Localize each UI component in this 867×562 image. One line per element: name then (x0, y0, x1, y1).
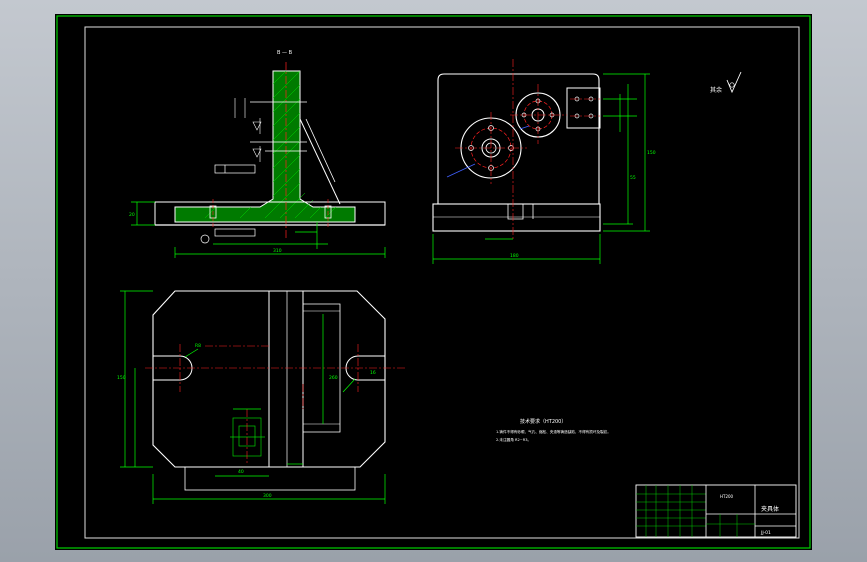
title-material: HT200 (720, 494, 734, 499)
dim-plan-depth: 150 (117, 375, 126, 381)
dim-side-step: 55 (630, 175, 636, 181)
plan-view: 300 150 260 16 R8 40 (117, 290, 405, 504)
outer-border (56, 15, 811, 549)
dim-plan-small: 40 (238, 469, 244, 475)
tech-req-line1: 1.铸件不得有砂眼、气孔、缩松、夹渣等铸造缺陷，不得有损坏及裂纹。 (496, 429, 611, 434)
title-part-name: 夹具体 (761, 505, 779, 513)
title-drawing-no: JJ-01 (760, 530, 771, 536)
slot-left (153, 355, 193, 381)
tech-req-line2: 2.未注圆角 R2~R3。 (496, 437, 531, 442)
upright-plate (268, 290, 304, 468)
dim-front-width: 310 (273, 248, 282, 254)
drawing-sheet: B — B 310 20 180 150 55 其余 300 150 260 1… (55, 14, 812, 550)
hatch-lines (204, 70, 337, 219)
viewport-frame: B — B 310 20 180 150 55 其余 300 150 260 1… (0, 0, 867, 562)
dim-side-height: 150 (647, 150, 656, 156)
dim-plan-slot: 16 (370, 370, 376, 376)
inner-border (84, 26, 800, 539)
roughness-symbol-icon (726, 71, 742, 94)
dim-plan-r: R8 (195, 343, 201, 349)
roughness-label: 其余 (710, 86, 722, 94)
cad-drawing: B — B 310 20 180 150 55 其余 300 150 260 1… (56, 15, 811, 549)
side-view: 180 150 55 其余 (432, 59, 742, 264)
tech-req-title: 技术要求（HT200） (520, 418, 566, 425)
dim-plan-inner: 260 (329, 375, 338, 381)
side-base (432, 203, 601, 232)
technical-requirements: 技术要求（HT200） 1.铸件不得有砂眼、气孔、缩松、夹渣等铸造缺陷，不得有损… (496, 418, 611, 442)
front-section-view: B — B 310 20 (129, 50, 386, 258)
dim-plan-width: 300 (263, 493, 272, 499)
section-label: B — B (277, 50, 293, 56)
dim-front-base: 20 (129, 212, 135, 218)
dim-side-width: 180 (510, 253, 519, 259)
title-block: HT200 夹具体 JJ-01 (635, 484, 797, 538)
right-pad (566, 87, 601, 129)
